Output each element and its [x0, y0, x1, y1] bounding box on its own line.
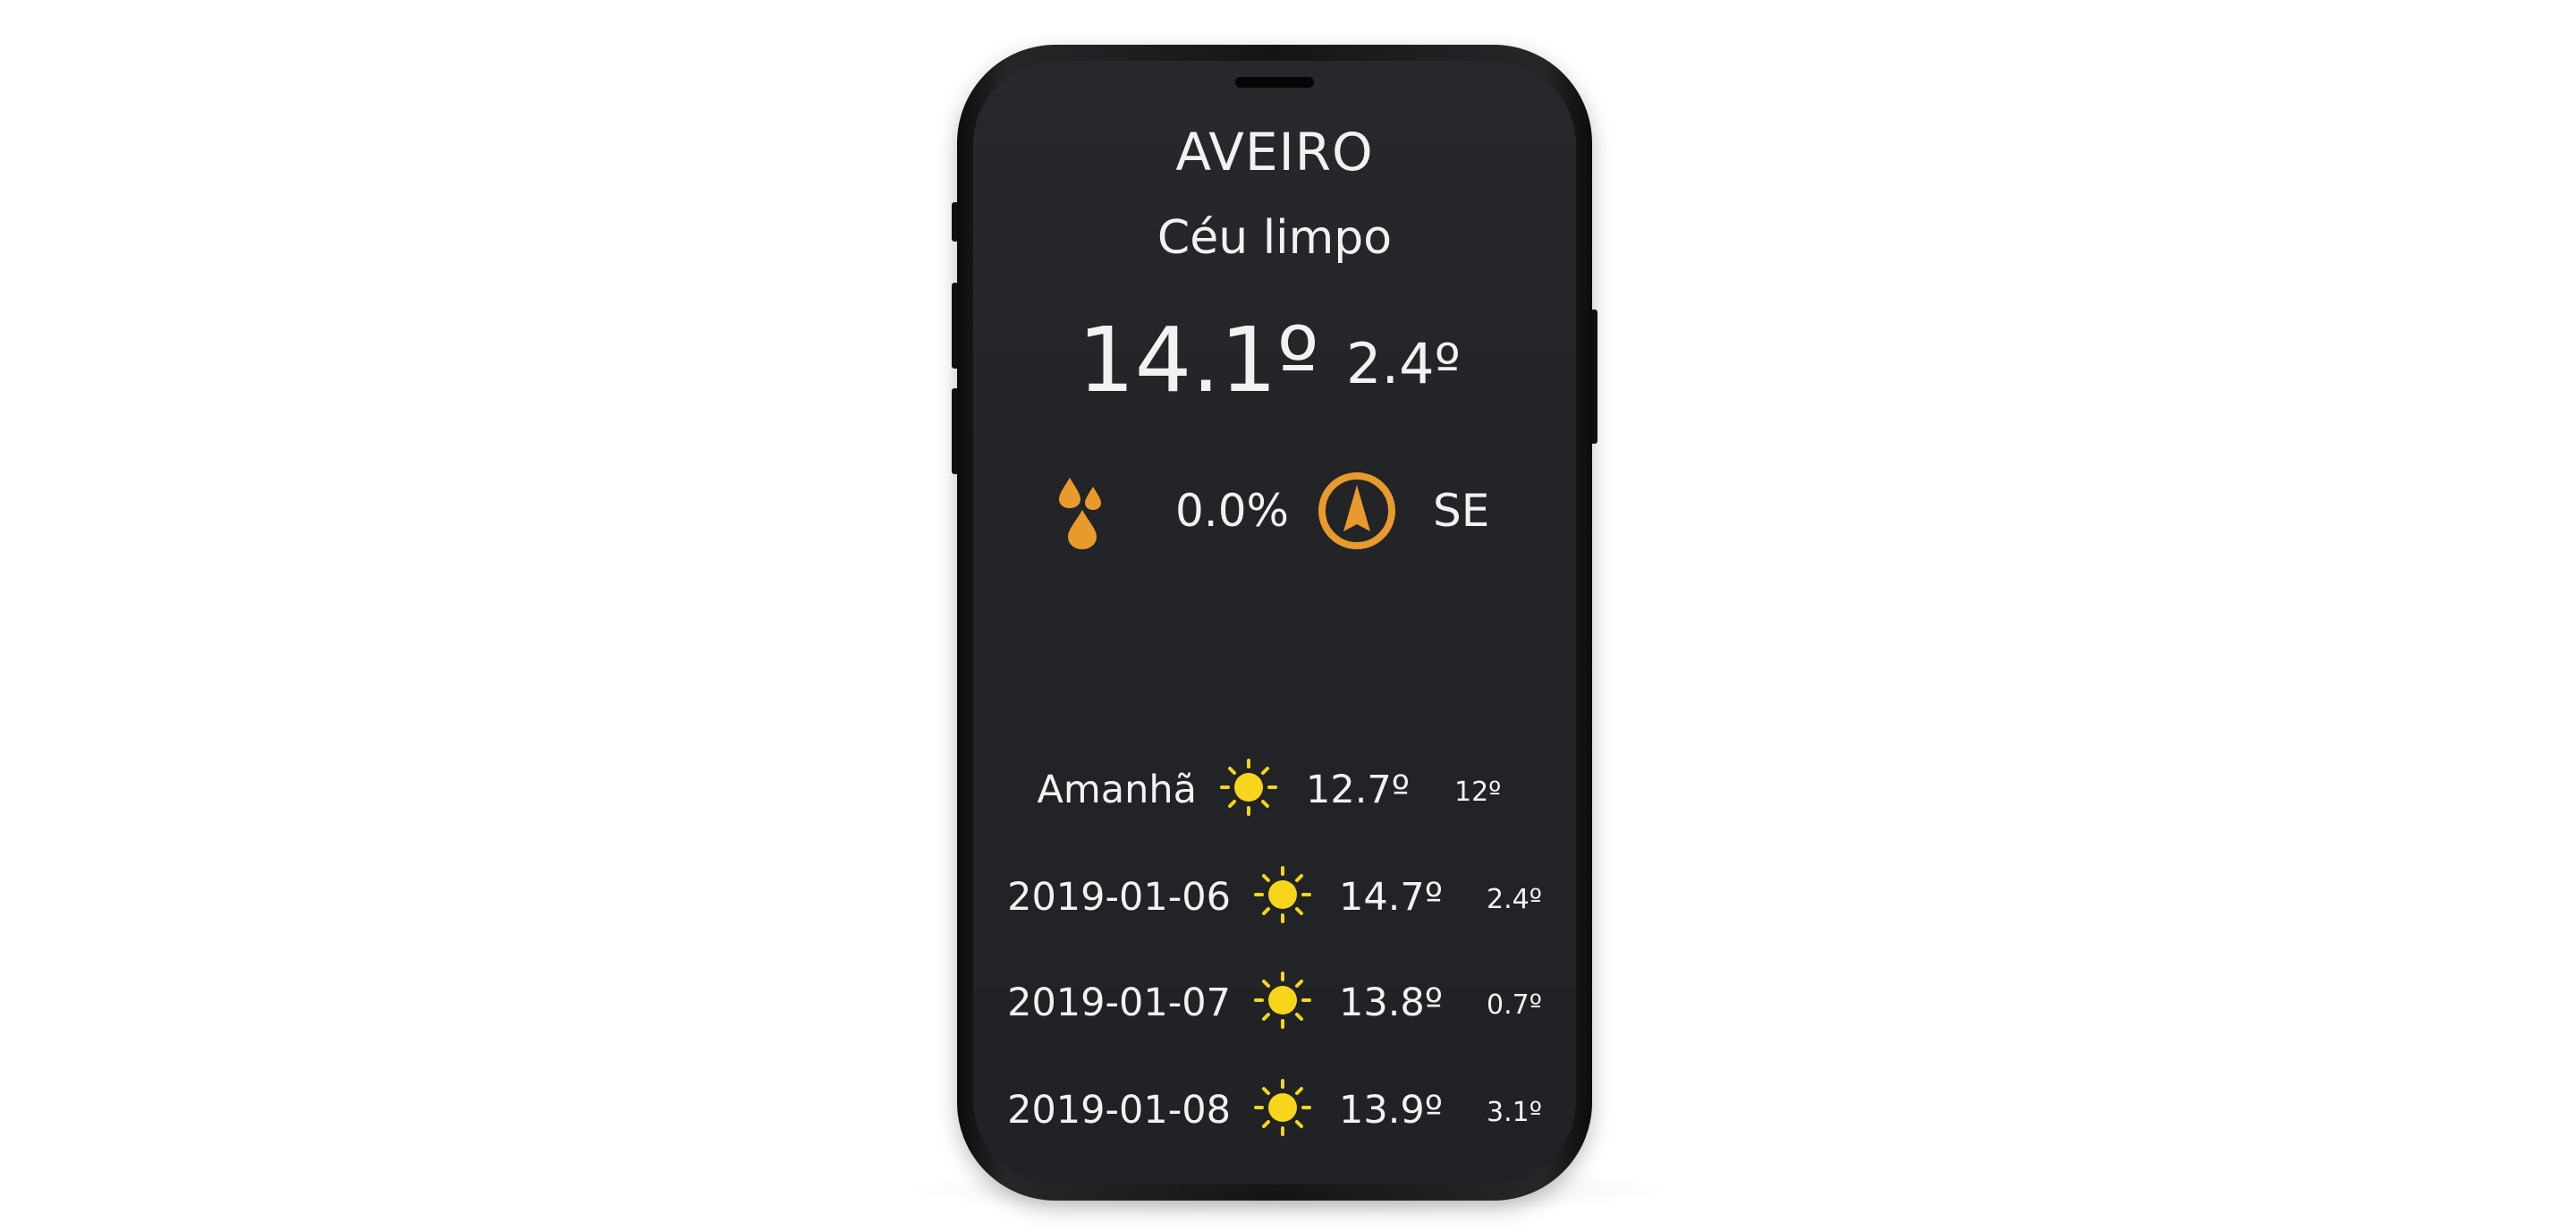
precipitation-value: 0.0%	[1175, 485, 1290, 537]
current-max-temp: 14.1º	[1078, 308, 1319, 412]
forecast-max-temp: 14.7º	[1339, 875, 1444, 920]
forecast-min-temp: 2.4º	[1487, 884, 1542, 915]
mockup-stage: AVEIRO Céu limpo 14.1º 2.4º 0.0% SE Aman…	[0, 0, 2576, 1231]
current-min-temp: 2.4º	[1346, 331, 1461, 396]
forecast-min-temp: 12º	[1454, 777, 1502, 808]
weather-condition: Céu limpo	[1157, 211, 1393, 265]
sun-icon	[1254, 866, 1311, 923]
forecast-max-temp: 13.8º	[1339, 981, 1444, 1025]
forecast-day-label: 2019-01-07	[1007, 981, 1231, 1025]
compass-arrow-icon	[1318, 472, 1395, 549]
forecast-min-temp: 0.7º	[1487, 989, 1542, 1021]
wind-direction: SE	[1433, 485, 1490, 537]
sun-icon	[1220, 759, 1277, 816]
forecast-max-temp: 12.7º	[1306, 768, 1411, 812]
city-name: AVEIRO	[1175, 122, 1374, 183]
forecast-day-label: 2019-01-06	[1007, 875, 1231, 920]
sun-icon	[1254, 972, 1311, 1029]
forecast-min-temp: 3.1º	[1487, 1097, 1542, 1128]
earpiece-speaker	[1235, 77, 1314, 88]
raindrops-icon	[1059, 478, 1101, 549]
forecast-day-label: 2019-01-08	[1007, 1088, 1231, 1133]
forecast-max-temp: 13.9º	[1339, 1088, 1444, 1133]
forecast-day-label: Amanhã	[1037, 768, 1197, 812]
sun-icon	[1254, 1079, 1311, 1136]
